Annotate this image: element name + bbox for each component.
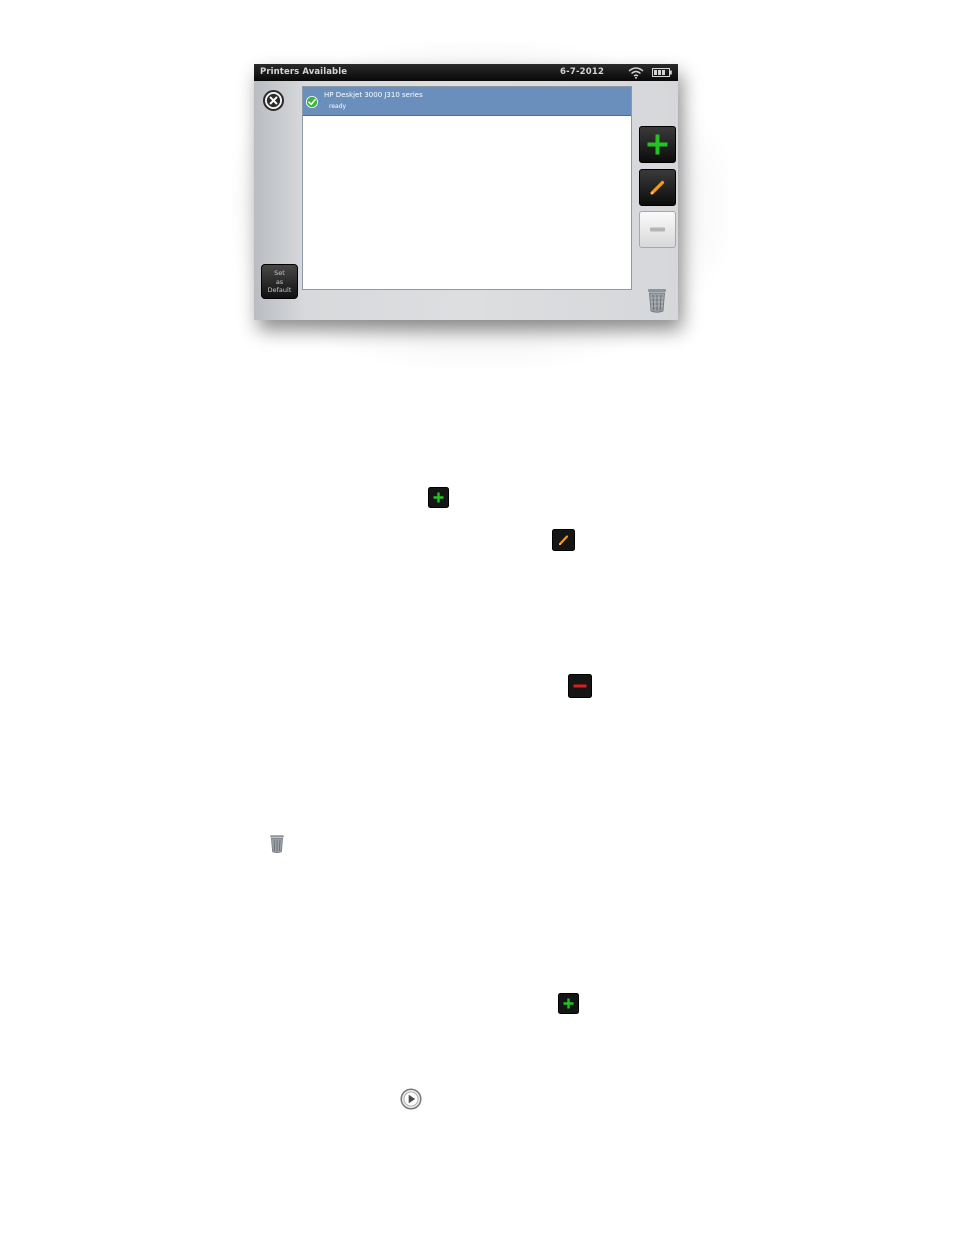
pencil-icon [552,529,575,551]
minus-icon [650,227,665,232]
status-date: 6-7-2012 [560,67,605,77]
printer-name: HP Deskjet 3000 J310 series [324,91,423,99]
close-icon[interactable] [263,90,284,111]
screen-title: Printers Available [260,67,348,77]
minus-icon [568,674,592,698]
remove-printer-button[interactable] [639,211,676,248]
edit-printer-button[interactable] [639,169,676,206]
set-default-label-line: Set [274,269,285,277]
play-icon [400,1088,422,1110]
trash-icon [270,835,284,853]
trash-icon[interactable] [646,286,668,314]
printer-row[interactable]: HP Deskjet 3000 J310 series ready [303,87,631,116]
plus-icon [428,487,449,508]
printers-screen: Printers Available 6-7-2012 HP Deskjet 3… [254,64,678,320]
wifi-icon [628,67,644,79]
set-default-label-line: as [275,277,284,286]
add-printer-button[interactable] [639,126,676,163]
pencil-icon [650,180,665,195]
plus-icon [558,993,579,1014]
status-bar: Printers Available 6-7-2012 [254,64,678,81]
set-as-default-button[interactable]: Set as Default [261,264,298,299]
check-icon [306,96,318,108]
battery-icon [652,68,672,77]
plus-icon [647,134,668,155]
printer-list[interactable]: HP Deskjet 3000 J310 series ready [302,86,632,290]
set-default-label-line: Default [267,286,292,294]
printer-status: ready [329,103,347,110]
